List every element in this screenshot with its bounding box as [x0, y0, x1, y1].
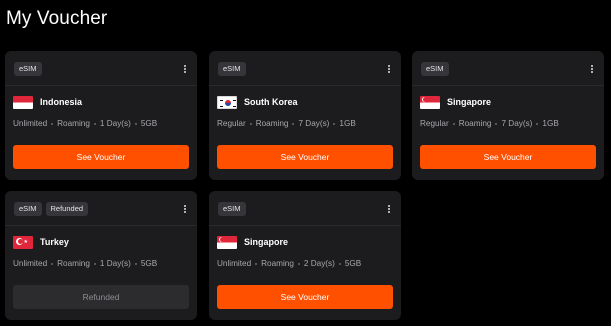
- duration: 1 Day(s): [99, 259, 131, 268]
- divider: [5, 225, 197, 226]
- turkey-flag-icon: ★: [13, 235, 33, 249]
- country-row: Indonesia: [13, 94, 189, 110]
- card-header: eSIM: [14, 61, 189, 77]
- duration: 1 Day(s): [99, 119, 131, 128]
- divider: [412, 85, 604, 86]
- voucher-card: eSIM South Korea Regular Roaming 7 Day(s) 1…: [209, 51, 401, 180]
- voucher-specs: Regular Roaming 7 Day(s) 1GB: [420, 119, 596, 128]
- country-name: Turkey: [40, 237, 69, 247]
- south-korea-flag-icon: [217, 95, 237, 109]
- coverage: Roaming: [255, 119, 289, 128]
- divider: [209, 225, 401, 226]
- card-header: eSIM: [218, 201, 393, 217]
- coverage: Roaming: [458, 119, 492, 128]
- more-options-icon[interactable]: [181, 62, 189, 76]
- divider: [209, 85, 401, 86]
- country-name: Singapore: [447, 97, 492, 107]
- see-voucher-button[interactable]: See Voucher: [13, 145, 189, 169]
- voucher-card: eSIM Refunded ★ Turkey Unlimited Roaming 1…: [5, 191, 197, 320]
- data-amount: 5GB: [140, 119, 158, 128]
- plan-type: Regular: [217, 119, 246, 128]
- coverage: Roaming: [261, 259, 294, 268]
- country-name: Singapore: [244, 237, 289, 247]
- more-options-icon[interactable]: [385, 62, 393, 76]
- card-header: eSIM Refunded: [14, 201, 189, 217]
- data-amount: 1GB: [542, 119, 559, 128]
- refunded-button: Refunded: [13, 285, 189, 309]
- voucher-specs: Unlimited Roaming 1 Day(s) 5GB: [13, 119, 189, 128]
- see-voucher-button[interactable]: See Voucher: [217, 145, 393, 169]
- card-header: eSIM: [421, 61, 596, 77]
- singapore-flag-icon: [217, 235, 237, 249]
- country-row: Singapore: [420, 94, 596, 110]
- plan-type: Unlimited: [13, 259, 48, 268]
- more-options-icon[interactable]: [181, 202, 189, 216]
- plan-type: Regular: [420, 119, 449, 128]
- coverage: Roaming: [57, 119, 90, 128]
- esim-badge: eSIM: [14, 62, 42, 76]
- refunded-badge: Refunded: [45, 202, 89, 216]
- more-options-icon[interactable]: [588, 62, 596, 76]
- data-amount: 1GB: [339, 119, 356, 128]
- duration: 2 Day(s): [303, 259, 335, 268]
- esim-badge: eSIM: [421, 62, 449, 76]
- coverage: Roaming: [57, 259, 90, 268]
- indonesia-flag-icon: [13, 95, 33, 109]
- voucher-specs: Unlimited Roaming 1 Day(s) 5GB: [13, 259, 189, 268]
- singapore-flag-icon: [420, 95, 440, 109]
- divider: [5, 85, 197, 86]
- see-voucher-button[interactable]: See Voucher: [420, 145, 596, 169]
- country-row: South Korea: [217, 94, 393, 110]
- plan-type: Unlimited: [217, 259, 252, 268]
- page-title: My Voucher: [6, 8, 108, 29]
- esim-badge: eSIM: [218, 202, 246, 216]
- plan-type: Unlimited: [13, 119, 48, 128]
- esim-badge: eSIM: [218, 62, 246, 76]
- data-amount: 5GB: [344, 259, 362, 268]
- voucher-specs: Regular Roaming 7 Day(s) 1GB: [217, 119, 393, 128]
- duration: 7 Day(s): [298, 119, 330, 128]
- more-options-icon[interactable]: [385, 202, 393, 216]
- voucher-specs: Unlimited Roaming 2 Day(s) 5GB: [217, 259, 393, 268]
- voucher-card: eSIM Singapore Regular Roaming 7 Day(s) 1GB…: [412, 51, 604, 180]
- country-name: Indonesia: [40, 97, 83, 107]
- see-voucher-button[interactable]: See Voucher: [217, 285, 393, 309]
- esim-badge: eSIM: [14, 202, 42, 216]
- data-amount: 5GB: [140, 259, 158, 268]
- country-row: Singapore: [217, 234, 393, 250]
- duration: 7 Day(s): [501, 119, 533, 128]
- voucher-card: eSIM Indonesia Unlimited Roaming 1 Day(s) 5…: [5, 51, 197, 180]
- card-header: eSIM: [218, 61, 393, 77]
- country-row: ★ Turkey: [13, 234, 189, 250]
- voucher-card: eSIM Singapore Unlimited Roaming 2 Day(s) 5…: [209, 191, 401, 320]
- country-name: South Korea: [244, 97, 298, 107]
